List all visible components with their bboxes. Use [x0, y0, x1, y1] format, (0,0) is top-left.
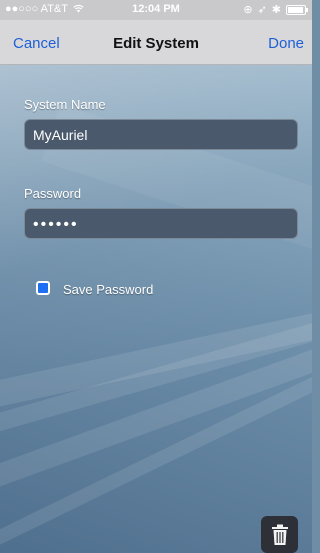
system-name-value: MyAuriel — [33, 127, 88, 143]
trash-icon — [271, 524, 288, 545]
password-value: •••••• — [33, 216, 79, 233]
password-field[interactable]: •••••• — [24, 208, 298, 239]
system-name-field[interactable]: MyAuriel — [24, 119, 298, 150]
done-button[interactable]: Done — [268, 35, 304, 52]
bluetooth-icon: ✱ — [271, 4, 281, 16]
status-icons: ⊕ ➶ ✱ — [243, 3, 308, 16]
status-bar: ●●○○○ AT&T 12:04 PM ⊕ ➶ ✱ — [0, 0, 312, 20]
battery-icon — [286, 4, 308, 15]
delete-button[interactable] — [261, 516, 298, 553]
location-icon: ➶ — [257, 4, 267, 16]
page-title: Edit System — [113, 35, 199, 52]
save-password-checkbox[interactable] — [36, 281, 50, 295]
password-label: Password — [24, 186, 82, 201]
save-password-label[interactable]: Save Password — [63, 282, 153, 297]
lock-rotation-icon: ⊕ — [243, 4, 253, 16]
system-name-label: System Name — [24, 97, 106, 112]
navigation-bar: Cancel Edit System Done — [0, 20, 312, 65]
